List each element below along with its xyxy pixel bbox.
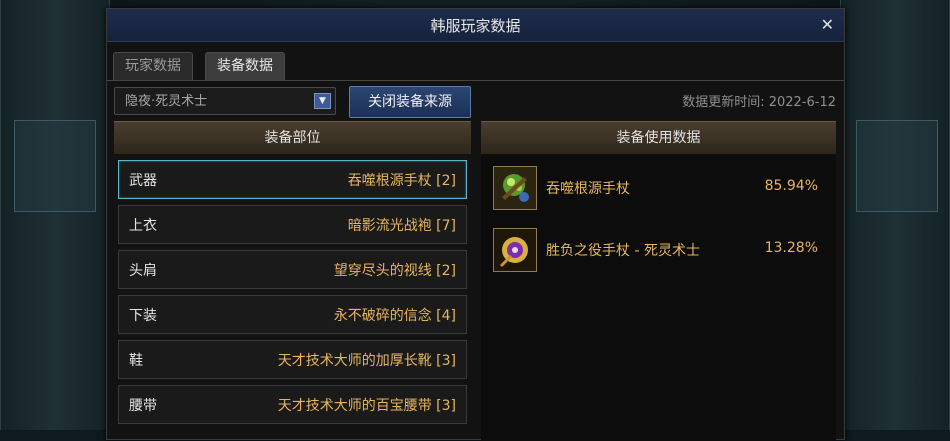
slot-name: 武器 — [129, 173, 157, 189]
class-select-value: 隐夜·死灵术士 — [125, 94, 208, 109]
slot-item: 天才技术大师的加厚长靴 [3] — [277, 353, 456, 369]
slot-item: 暗影流光战袍 [7] — [347, 218, 456, 234]
equipment-usage-list: 吞噬根源手杖 85.94% 胜负之役手杖 - 死灵术士 13.28% — [481, 162, 836, 286]
window-title: 韩服玩家数据 — [430, 16, 521, 35]
tab-bar: 玩家数据 装备数据 — [107, 42, 844, 81]
slot-name: 鞋 — [129, 353, 143, 369]
slot-item: 吞噬根源手杖 [2] — [347, 173, 456, 189]
slot-item: 永不破碎的信念 [4] — [333, 308, 456, 324]
equipment-slot-list: 武器 吞噬根源手杖 [2] 上衣 暗影流光战袍 [7] 头肩 望穿尽头的视线 [… — [114, 160, 471, 424]
usage-item-name: 胜负之役手杖 - 死灵术士 — [546, 243, 700, 259]
slot-row-top[interactable]: 上衣 暗影流光战袍 [7] — [118, 205, 467, 244]
chevron-down-icon[interactable]: ▼ — [314, 93, 331, 109]
slot-row-shoes[interactable]: 鞋 天才技术大师的加厚长靴 [3] — [118, 340, 467, 379]
slot-name: 上衣 — [129, 218, 157, 234]
toolbar: 隐夜·死灵术士 ▼ 关闭装备来源 数据更新时间: 2022-6-12 — [107, 81, 844, 121]
close-equipment-source-button[interactable]: 关闭装备来源 — [349, 86, 471, 118]
background-panel — [14, 120, 96, 212]
slot-name: 头肩 — [129, 263, 157, 279]
usage-item-percent: 85.94% — [764, 178, 818, 194]
staff-green-orb-icon — [493, 166, 537, 210]
usage-item-percent: 13.28% — [764, 240, 818, 256]
equipment-usage-panel: 装备使用数据 吞噬根源手杖 85.94% 胜负之役手杖 - 死灵术士 13.28… — [481, 121, 836, 441]
usage-row[interactable]: 吞噬根源手杖 85.94% — [481, 162, 836, 224]
slot-row-pants[interactable]: 下装 永不破碎的信念 [4] — [118, 295, 467, 334]
tab-equipment-data[interactable]: 装备数据 — [205, 52, 285, 80]
player-data-window: 韩服玩家数据 ✕ 玩家数据 装备数据 隐夜·死灵术士 ▼ 关闭装备来源 数据更新… — [106, 8, 845, 441]
slot-row-shoulder[interactable]: 头肩 望穿尽头的视线 [2] — [118, 250, 467, 289]
slot-item: 天才技术大师的百宝腰带 [3] — [277, 398, 456, 414]
class-select[interactable]: 隐夜·死灵术士 ▼ — [114, 87, 336, 115]
usage-item-name: 吞噬根源手杖 — [546, 181, 630, 197]
background-pillar-left — [0, 0, 110, 430]
slot-name: 腰带 — [129, 398, 157, 414]
tab-player-data[interactable]: 玩家数据 — [113, 52, 193, 80]
close-icon[interactable]: ✕ — [821, 15, 834, 34]
staff-gold-purple-icon — [493, 228, 537, 272]
background-pillar-right — [840, 0, 950, 430]
equipment-usage-header: 装备使用数据 — [481, 121, 836, 154]
update-time-label: 数据更新时间: 2022-6-12 — [682, 95, 836, 110]
equipment-slot-panel: 装备部位 武器 吞噬根源手杖 [2] 上衣 暗影流光战袍 [7] 头肩 望穿尽头… — [114, 121, 471, 424]
slot-row-belt[interactable]: 腰带 天才技术大师的百宝腰带 [3] — [118, 385, 467, 424]
slot-row-weapon[interactable]: 武器 吞噬根源手杖 [2] — [118, 160, 467, 199]
equipment-slot-header: 装备部位 — [114, 121, 471, 154]
usage-row[interactable]: 胜负之役手杖 - 死灵术士 13.28% — [481, 224, 836, 286]
slot-name: 下装 — [129, 308, 157, 324]
slot-item: 望穿尽头的视线 [2] — [333, 263, 456, 279]
window-titlebar[interactable]: 韩服玩家数据 ✕ — [107, 9, 844, 42]
background-panel — [856, 120, 938, 212]
